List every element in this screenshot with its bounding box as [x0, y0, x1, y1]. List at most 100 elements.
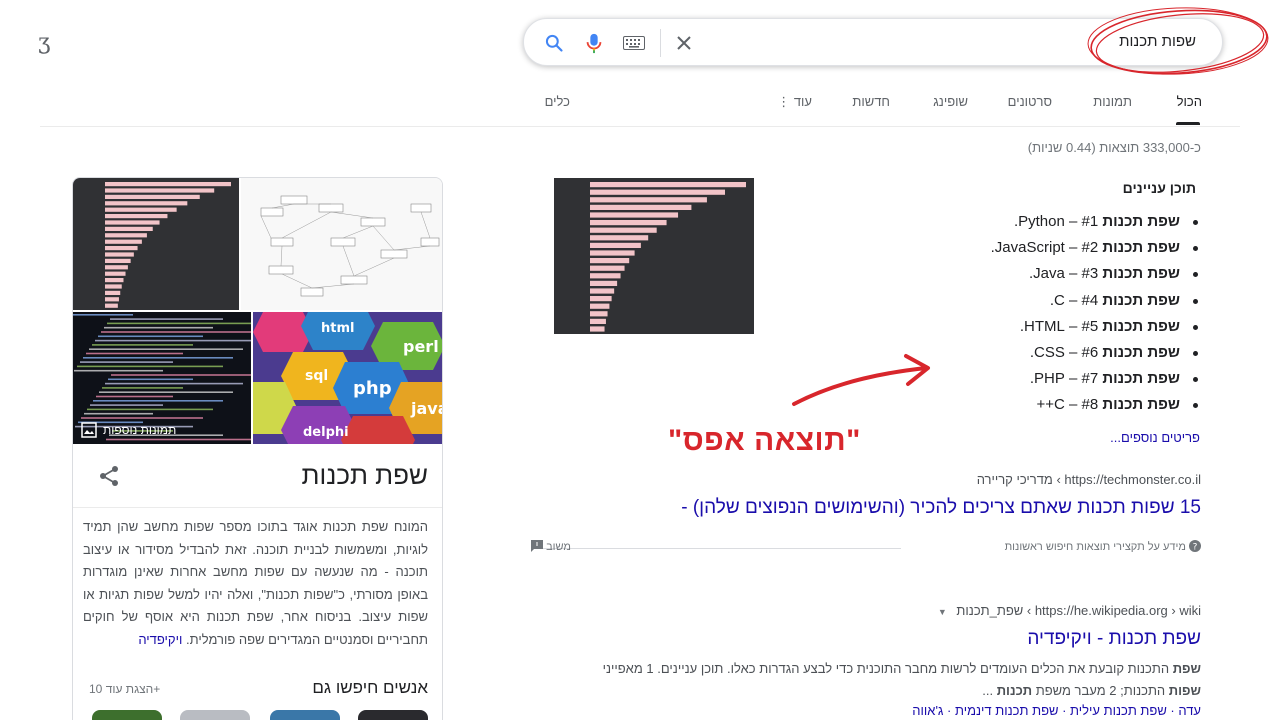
kp-description: המונח שפת תכנות אוגד בתוכו מספר שפות מחש… [83, 519, 428, 647]
thumbnail-bar [105, 226, 153, 231]
list-item: שפת תכנות #3 – Java. [822, 262, 1202, 288]
code-line [104, 326, 213, 329]
code-line [84, 412, 153, 415]
search-tabs: הכול תמונות סרטונים שופינג חדשות ⋮ עוד כ… [540, 94, 1202, 128]
kp-image-hexagons[interactable]: html perl sql php java delphi [253, 312, 442, 444]
thumbnail-bar [105, 271, 126, 276]
thumbnail-bar [590, 182, 746, 188]
code-line [110, 318, 223, 320]
related-thumbnail[interactable] [270, 710, 340, 720]
thumbnail-bar [590, 311, 608, 317]
code-line [99, 391, 233, 393]
thumbnail-bar [105, 265, 128, 270]
related-thumbnail[interactable] [180, 710, 250, 720]
thumbnail-bar [105, 201, 188, 206]
thumbnail-bar [105, 290, 121, 295]
thumbnail-bar [590, 303, 610, 309]
kp-image-diagram[interactable] [241, 178, 442, 310]
thumbnail-bar [105, 297, 119, 302]
feedback-link[interactable]: משוב [531, 540, 571, 553]
thumbnail-bar [590, 220, 667, 226]
thumbnail-bar [105, 239, 142, 244]
list-item: שפת תכנות #4 – C. [822, 289, 1202, 315]
code-line [92, 344, 193, 346]
google-logo[interactable]: ʒ [38, 30, 50, 55]
wikipedia-link[interactable]: ויקיפדיה [138, 632, 182, 647]
thumbnail-bar [590, 189, 725, 195]
thumbnail-bar [590, 258, 630, 264]
kp-title: שפת תכנות [301, 460, 428, 490]
svg-text:?: ? [1193, 543, 1198, 553]
list-item: שפת תכנות #2 – JavaScript. [822, 236, 1202, 262]
result-title-link[interactable]: שפת תכנות - ויקיפדיה [1027, 628, 1201, 650]
code-line [87, 408, 213, 411]
svg-text:html: html [321, 321, 354, 336]
code-line [80, 361, 173, 363]
code-line [105, 382, 243, 385]
related-thumbnail[interactable] [358, 710, 428, 720]
feedback-divider [531, 548, 901, 549]
kp-divider [73, 507, 442, 508]
svg-text:delphi: delphi [303, 425, 349, 440]
kp-image-chart[interactable] [73, 178, 239, 310]
tabs-divider [40, 126, 1240, 127]
code-line [83, 357, 233, 359]
tab-all[interactable]: הכול [1177, 94, 1202, 109]
thumbnail-bar [105, 214, 168, 219]
tab-shopping[interactable]: שופינג [933, 94, 968, 109]
thumbnail-bar [590, 227, 657, 233]
more-images-button[interactable]: תמונות נוספות [81, 422, 176, 438]
code-line [102, 387, 183, 389]
thumbnail-bar [105, 246, 138, 251]
keyboard-icon[interactable] [622, 31, 646, 55]
annotation-label: "תוצאה אפס" [668, 424, 861, 457]
thumbnail-bar [105, 258, 131, 263]
help-icon: ? [1189, 540, 1201, 553]
people-also-search-heading: אנשים חיפשו גם [312, 678, 428, 697]
knowledge-panel: html perl sql php java delphi תמונות נוס… [72, 177, 443, 720]
thumbnail-bar [590, 235, 649, 241]
result-snippet: שפת התכנות קובעת את הכלים העומדים לרשות … [602, 661, 1201, 698]
code-line [107, 322, 251, 325]
tab-news[interactable]: חדשות [852, 94, 890, 109]
code-line [96, 395, 173, 398]
snippet-image[interactable] [544, 178, 764, 336]
thumbnail-bar [590, 197, 707, 203]
code-line [95, 339, 251, 342]
result-title-link[interactable]: 15 שפות תכנות שאתם צריכים להכיר (והשימוש… [681, 497, 1201, 519]
results-stats: כ-333,000 תוצאות (0.44 שניות) [1027, 140, 1201, 155]
snippet-more-link[interactable]: פריטים נוספים... [1110, 430, 1200, 445]
thumbnail-bar [590, 250, 635, 256]
code-line [106, 438, 251, 441]
thumbnail-bar [105, 278, 124, 283]
active-tab-indicator [1176, 122, 1200, 125]
annotation-oval [1087, 7, 1269, 75]
thumbnail-bar [590, 204, 692, 210]
tab-tools[interactable]: כלים [545, 94, 570, 109]
thumbnail-bar [105, 194, 200, 199]
tab-more[interactable]: ⋮ עוד [777, 94, 812, 110]
tab-videos[interactable]: סרטונים [1008, 94, 1052, 109]
thumbnail-bar [590, 242, 641, 248]
annotation-arrow [792, 354, 930, 406]
snippet-title: תוכן עניינים [1122, 180, 1196, 196]
clear-icon[interactable] [672, 31, 696, 55]
search-divider [660, 29, 661, 57]
code-line [73, 314, 133, 316]
list-item: שפת תכנות #1 – Python. [822, 210, 1202, 236]
result-cite[interactable]: https://techmonster.co.il › מדריכי קרייר… [977, 472, 1201, 487]
tab-images[interactable]: תמונות [1093, 94, 1132, 109]
about-snippets-link[interactable]: ? מידע על תקצירי תוצאות חיפוש ראשונות [1005, 540, 1201, 553]
image-icon [81, 422, 97, 438]
code-line [93, 400, 223, 402]
code-line [101, 331, 251, 333]
chevron-down-icon[interactable]: ▼ [938, 607, 947, 617]
microphone-icon[interactable] [582, 31, 606, 55]
result-cite[interactable]: https://he.wikipedia.org › wiki › שפת_תכ… [938, 603, 1201, 618]
svg-text:perl: perl [403, 337, 439, 356]
search-icon[interactable] [542, 31, 566, 55]
view-more-link[interactable]: הצגת עוד 10+ [89, 682, 160, 696]
share-icon[interactable] [97, 464, 121, 488]
result-sitelinks[interactable]: עדה · שפת תכנות עילית · שפת תכנות דינמית… [912, 703, 1201, 718]
related-thumbnail[interactable] [92, 710, 162, 720]
